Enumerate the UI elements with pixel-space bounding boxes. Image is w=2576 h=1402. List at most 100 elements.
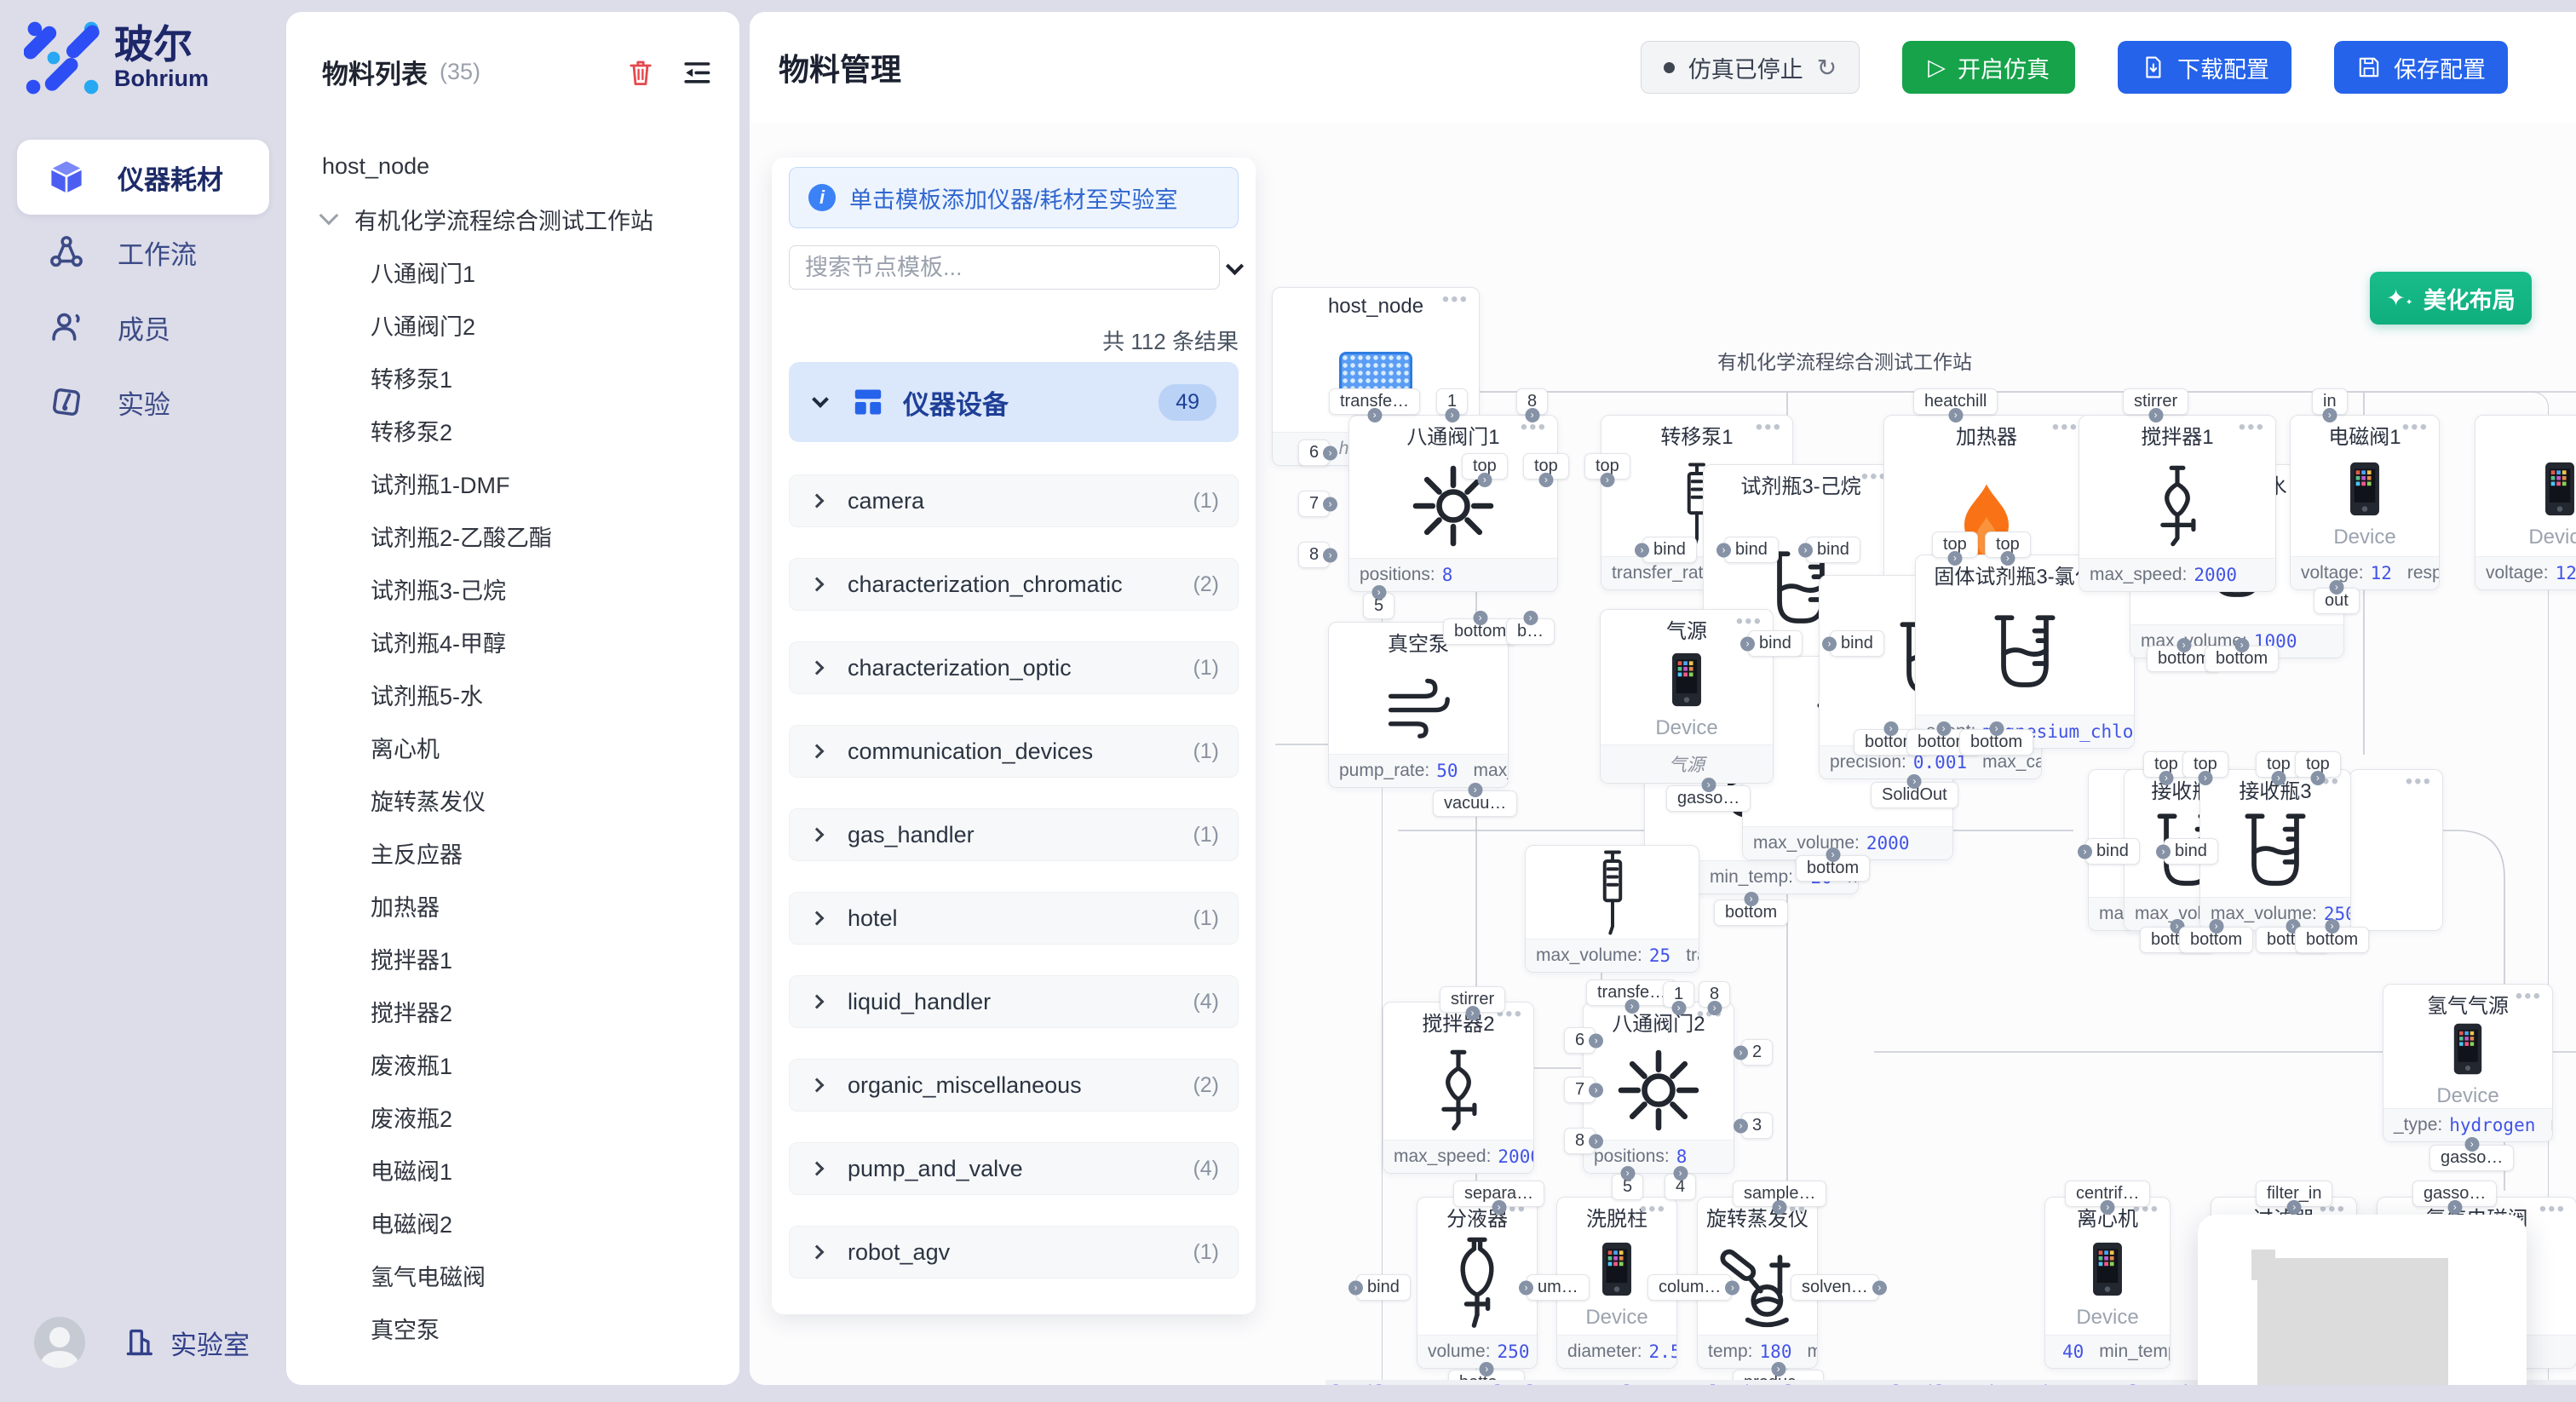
port-dot-icon[interactable]: ›: [1872, 1280, 1887, 1295]
port-pill-bind[interactable]: bind›: [1724, 537, 1779, 563]
flow-node-电磁阀1[interactable]: 电磁阀1•••Devicevoltage:12response_time:0.1: [2290, 415, 2440, 590]
port-dot-icon[interactable]: ›: [2000, 551, 2015, 566]
port-pill-top[interactable]: top›: [1462, 453, 1508, 480]
template-group-hotel[interactable]: hotel(1): [789, 892, 1239, 945]
node-menu-icon[interactable]: •••: [2539, 1198, 2566, 1221]
port-dot-icon[interactable]: ›: [1468, 783, 1482, 797]
port-pill-7[interactable]: 7›: [1298, 491, 1330, 517]
tree-item[interactable]: 试剂瓶5-水: [286, 668, 739, 721]
port-pill-centrif[interactable]: centrif…›: [2065, 1181, 2150, 1207]
tree-item[interactable]: 氢气电磁阀: [286, 1249, 739, 1301]
port-dot-icon[interactable]: ›: [1883, 721, 1898, 736]
chevron-down-icon[interactable]: [1226, 257, 1244, 275]
tree-item[interactable]: host_node: [286, 140, 739, 192]
port-pill-in[interactable]: in›: [2312, 388, 2348, 415]
port-pill-out[interactable]: out›: [2314, 588, 2360, 614]
port-pill-bottom[interactable]: bottom›: [2205, 646, 2279, 672]
port-pill-transfe[interactable]: transfe…›: [1329, 388, 1420, 415]
port-pill-bottom[interactable]: bottom›: [2295, 927, 2369, 953]
search-template-input[interactable]: [789, 245, 1220, 290]
port-dot-icon[interactable]: ›: [1734, 1045, 1748, 1060]
node-menu-icon[interactable]: •••: [2052, 416, 2079, 440]
category-instruments[interactable]: 仪器设备 49: [789, 362, 1239, 442]
port-dot-icon[interactable]: ›: [1716, 543, 1731, 557]
port-dot-icon[interactable]: ›: [1480, 1362, 1494, 1376]
node-menu-icon[interactable]: •••: [2516, 985, 2542, 1008]
port-dot-icon[interactable]: ›: [2310, 771, 2325, 785]
port-dot-icon[interactable]: ›: [1538, 473, 1553, 487]
port-pill-top[interactable]: top›: [1584, 453, 1630, 480]
port-dot-icon[interactable]: ›: [2101, 1200, 2115, 1215]
tree-item[interactable]: 八通阀门2: [286, 298, 739, 351]
flow-node[interactable]: •••Devicevoltage:12: [2475, 415, 2576, 590]
trash-icon[interactable]: [624, 55, 658, 89]
port-dot-icon[interactable]: ›: [2322, 408, 2337, 422]
port-pill-stirrer[interactable]: stirrer›: [1440, 986, 1505, 1013]
port-dot-icon[interactable]: ›: [1740, 636, 1755, 651]
tree-item[interactable]: 电磁阀2: [286, 1196, 739, 1249]
port-pill-bind[interactable]: bind›: [1642, 537, 1697, 563]
flow-node-搅拌器2[interactable]: 搅拌器2•••max_speed:2000: [1383, 1002, 1534, 1174]
port-pill-b[interactable]: b…›: [1506, 618, 1555, 645]
port-dot-icon[interactable]: ›: [2156, 844, 2171, 859]
template-group-robot_agv[interactable]: robot_agv(1): [789, 1226, 1239, 1278]
flow-node-八通阀门1[interactable]: 八通阀门1•••positions:8: [1348, 415, 1558, 592]
port-dot-icon[interactable]: ›: [1725, 1280, 1739, 1295]
port-dot-icon[interactable]: ›: [1445, 408, 1459, 422]
template-group-organic_miscellaneous[interactable]: organic_miscellaneous(2): [789, 1059, 1239, 1112]
port-pill-sample[interactable]: sample…›: [1733, 1181, 1826, 1207]
port-dot-icon[interactable]: ›: [2464, 1137, 2479, 1152]
tree-item[interactable]: 废液瓶2: [286, 1090, 739, 1143]
collapse-list-icon[interactable]: [680, 55, 714, 89]
sidebar-item-3[interactable]: 实验: [17, 365, 269, 440]
port-pill-6[interactable]: 6›: [1564, 1027, 1596, 1054]
port-pill-solven[interactable]: solven…›: [1791, 1274, 1879, 1301]
port-pill-SolidOut[interactable]: SolidOut›: [1871, 782, 1958, 808]
tree-item[interactable]: 八通阀门1: [286, 245, 739, 298]
port-dot-icon[interactable]: ›: [2234, 638, 2249, 652]
port-dot-icon[interactable]: ›: [1773, 1200, 1787, 1215]
save-config-button[interactable]: 保存配置: [2334, 41, 2508, 94]
tree-item[interactable]: 搅拌器2: [286, 985, 739, 1037]
flow-node[interactable]: max_volume:25transfer_rate:10: [1525, 845, 1699, 973]
port-dot-icon[interactable]: ›: [1671, 1001, 1686, 1015]
port-pill-8[interactable]: 8›: [1298, 542, 1330, 568]
port-dot-icon[interactable]: ›: [1589, 1033, 1603, 1048]
beautify-layout-button[interactable]: ✦˖ 美化布局: [2370, 272, 2532, 325]
flow-node[interactable]: •••: [2349, 769, 2443, 931]
tree-item[interactable]: 搅拌器1: [286, 932, 739, 985]
chevron-down-icon[interactable]: [319, 206, 339, 226]
port-pill-bind[interactable]: bind›: [1356, 1274, 1411, 1301]
port-dot-icon[interactable]: ›: [2176, 638, 2191, 652]
port-dot-icon[interactable]: ›: [2198, 771, 2212, 785]
node-menu-icon[interactable]: •••: [1640, 1198, 1666, 1221]
tree-item[interactable]: 试剂瓶1-DMF: [286, 457, 739, 509]
port-pill-5[interactable]: 5›: [1612, 1174, 1643, 1200]
port-pill-bottom[interactable]: bottom›: [1959, 729, 2033, 756]
port-pill-bind[interactable]: bind›: [2164, 838, 2218, 865]
port-pill-top[interactable]: top›: [1932, 531, 1978, 558]
tree-item[interactable]: 转移泵2: [286, 404, 739, 457]
port-dot-icon[interactable]: ›: [1673, 1166, 1688, 1181]
flow-node-八通阀门2[interactable]: 八通阀门2•••positions:8: [1583, 1002, 1734, 1174]
port-dot-icon[interactable]: ›: [1492, 1200, 1506, 1215]
simulation-status-pill[interactable]: 仿真已停止 ↻: [1641, 41, 1860, 94]
port-dot-icon[interactable]: ›: [1323, 497, 1337, 511]
port-dot-icon[interactable]: ›: [2447, 1200, 2462, 1215]
port-pill-3[interactable]: 3›: [1741, 1112, 1773, 1139]
port-dot-icon[interactable]: ›: [2271, 771, 2286, 785]
tree-item[interactable]: 试剂瓶2-乙酸乙酯: [286, 509, 739, 562]
port-dot-icon[interactable]: ›: [1523, 611, 1538, 625]
node-menu-icon[interactable]: •••: [1442, 288, 1469, 312]
port-dot-icon[interactable]: ›: [1323, 445, 1337, 460]
template-group-liquid_handler[interactable]: liquid_handler(4): [789, 975, 1239, 1028]
port-dot-icon[interactable]: ›: [2329, 580, 2343, 595]
port-dot-icon[interactable]: ›: [1936, 721, 1951, 736]
node-menu-icon[interactable]: •••: [1756, 416, 1782, 440]
download-config-button[interactable]: 下载配置: [2118, 41, 2291, 94]
flow-node-搅拌器1[interactable]: 搅拌器1•••max_speed:2000: [2079, 415, 2276, 592]
port-dot-icon[interactable]: ›: [1989, 721, 2004, 736]
port-pill-bind[interactable]: bind›: [1748, 630, 1803, 657]
node-menu-icon[interactable]: •••: [2402, 416, 2429, 440]
port-pill-8[interactable]: 8›: [1516, 388, 1548, 415]
